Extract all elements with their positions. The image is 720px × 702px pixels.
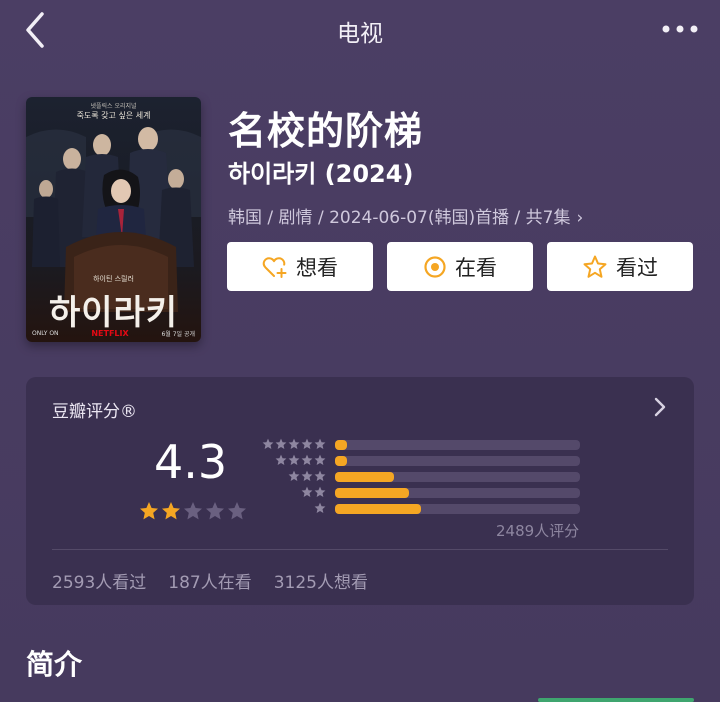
rating-bar-track: [335, 504, 580, 514]
watch-stats: 2593人看过 187人在看 3125人想看: [52, 568, 368, 593]
heart-plus-icon: [262, 256, 287, 278]
poster-tagline: 죽도록 갖고 싶은 세계: [76, 111, 151, 120]
want-to-watch-button[interactable]: 想看: [227, 242, 373, 291]
rating-title: 豆瓣评分®: [52, 397, 137, 422]
rating-card[interactable]: 豆瓣评分® 4.3 2489人评分 2593人看过 187人在看 3125人想看: [26, 377, 694, 605]
small-star-icon: [288, 438, 300, 450]
star-label-3: [288, 470, 326, 482]
rating-bar-row-4: [264, 453, 584, 469]
rating-bar-track: [335, 440, 580, 450]
small-star-icon: [262, 438, 274, 450]
poster-image[interactable]: 넷플릭스 오리지널 죽도록 갖고 싶은 세계 하이틴 스릴러 하이라키 ONLY…: [26, 97, 201, 342]
original-title: 하이라키 (2024): [228, 160, 414, 188]
rating-bar-fill: [335, 440, 347, 450]
poster-footer: ONLY ON NETFLIX 6월 7일 공개: [32, 329, 195, 338]
chevron-right-icon: [654, 397, 666, 417]
small-star-icon: [301, 470, 313, 482]
watching-label: 在看: [455, 255, 497, 280]
small-star-icon: [314, 438, 326, 450]
small-star-icon: [301, 454, 313, 466]
poster-release: 6월 7일 공개: [161, 331, 195, 338]
stat-want: 3125人想看: [273, 573, 368, 593]
star-empty-icon: [228, 502, 246, 520]
rating-bar-track: [335, 456, 580, 466]
more-dots-icon: [662, 25, 698, 33]
rating-bar-row-5: [262, 437, 584, 453]
poster-title: 하이라키: [48, 293, 179, 333]
star-filled-icon: [162, 502, 180, 520]
watched-button[interactable]: 看过: [547, 242, 693, 291]
watched-label: 看过: [616, 255, 658, 280]
small-star-icon: [301, 438, 313, 450]
rating-bar-row-2: [264, 485, 584, 501]
watching-button[interactable]: 在看: [387, 242, 533, 291]
rating-detail-button[interactable]: [648, 395, 672, 419]
rating-bar-fill: [335, 488, 409, 498]
intro-section-title: 简介: [26, 648, 83, 681]
small-star-icon: [314, 502, 326, 514]
small-star-icon: [275, 438, 287, 450]
netflix-logo: NETFLIX: [91, 329, 129, 338]
poster-top-label: 넷플릭스 오리지널: [90, 103, 137, 110]
page: 电视 넷플릭스 오리지널 죽도록 갖고 싶은 세계 하이틴 스릴러 하이라키 O…: [0, 0, 720, 702]
chevron-right-icon: ›: [576, 208, 584, 228]
poster-only-on: ONLY ON: [32, 330, 59, 337]
small-star-icon: [275, 454, 287, 466]
nav-title: 电视: [337, 21, 383, 47]
star-label-4: [275, 454, 326, 466]
rating-bar-track: [335, 488, 580, 498]
meta-info-link[interactable]: 韩国 / 剧情 / 2024-06-07(韩国)首播 / 共7集 ›: [228, 203, 583, 228]
rating-bar-row-3: [264, 469, 584, 485]
divider: [52, 549, 668, 550]
small-star-icon: [301, 486, 313, 498]
small-star-icon: [314, 470, 326, 482]
star-label-5: [262, 438, 326, 450]
want-label: 想看: [296, 255, 338, 280]
star-label-1: [314, 502, 326, 514]
rating-stars: [139, 501, 247, 521]
registered-mark: ®: [120, 402, 137, 422]
small-star-icon: [288, 470, 300, 482]
rating-bar-row-1: [264, 501, 584, 517]
stat-watched: 2593人看过: [52, 573, 147, 593]
small-star-icon: [288, 454, 300, 466]
star-empty-icon: [184, 502, 202, 520]
rating-bar-track: [335, 472, 580, 482]
meta-text: 韩国 / 剧情 / 2024-06-07(韩国)首播 / 共7集: [228, 208, 571, 228]
stat-watching: 187人在看: [168, 573, 252, 593]
top-bar: 电视: [0, 0, 720, 58]
rating-score: 4.3: [154, 435, 228, 489]
rating-bar-fill: [335, 472, 394, 482]
star-label-2: [301, 486, 326, 498]
small-star-icon: [314, 486, 326, 498]
rating-bar-fill: [335, 504, 421, 514]
action-buttons: 想看 在看 看过: [227, 242, 693, 291]
vote-count: 2489人评分: [496, 522, 580, 540]
target-circle-icon: [424, 255, 446, 278]
rating-bar-fill: [335, 456, 347, 466]
movie-title: 名校的阶梯: [228, 109, 424, 153]
rating-distribution: [262, 437, 584, 517]
more-button[interactable]: [660, 14, 704, 44]
small-star-icon: [314, 454, 326, 466]
poster-subtitle: 하이틴 스릴러: [93, 275, 134, 283]
star-empty-icon: [206, 502, 224, 520]
rating-title-text: 豆瓣评分: [52, 402, 120, 422]
star-outline-icon: [583, 255, 607, 278]
green-indicator: [538, 698, 694, 702]
star-filled-icon: [140, 502, 158, 520]
